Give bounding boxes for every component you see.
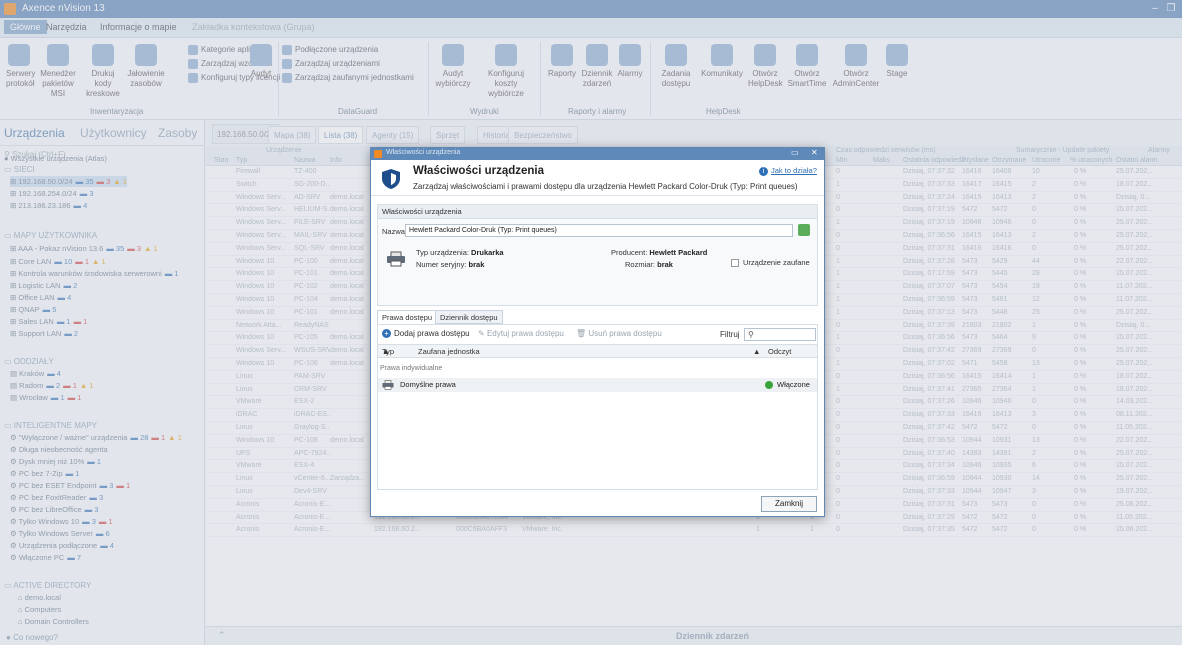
read-status: Włączone (765, 378, 810, 392)
pencil-icon: ✎ (478, 329, 487, 338)
app-logo-icon (374, 150, 382, 158)
dialog-title: Właściwości urządzenia (386, 149, 461, 156)
add-rights-button[interactable]: + Dodaj prawa dostępu (382, 329, 470, 338)
serial-row: Numer seryjny: brak (416, 260, 485, 269)
save-icon[interactable] (798, 224, 810, 236)
help-link[interactable]: i Jak to działa? (759, 166, 817, 176)
rights-table: Typ ▲ Zaufana jednostka ▲ Odczyt Prawa i… (377, 344, 818, 490)
printer-icon (382, 380, 394, 390)
tab-dziennik-dostepu[interactable]: Dziennik dostępu (435, 310, 503, 324)
sort-asc-icon: ▲ (382, 347, 390, 356)
printer-icon (387, 251, 405, 267)
search-icon: ⚲ (748, 330, 754, 339)
checkbox-box[interactable] (731, 259, 739, 268)
dialog-tabs: Prawa dostępu Dziennik dostępu (377, 310, 818, 324)
check-icon (765, 381, 773, 390)
properties-section: Właściwości urządzenia Nazwa: Hewlett Pa… (377, 204, 818, 306)
type-row: Typ urządzenia: Drukarka (416, 248, 504, 257)
device-properties-dialog: Właściwości urządzenia ▭ ✕ Właściwości u… (370, 147, 825, 517)
app-window: Axence nVision 13 – ❐ Główne Narzędzia I… (0, 0, 1182, 645)
rights-toolbar: + Dodaj prawa dostępu ✎ Edytuj prawa dost… (377, 324, 818, 344)
close-icon[interactable]: ✕ (811, 148, 818, 157)
shield-icon (382, 169, 400, 189)
info-icon: i (759, 167, 768, 176)
filter-label: Filtruj (720, 330, 740, 339)
filter-input[interactable]: ⚲ (744, 328, 816, 341)
name-label: Nazwa: (382, 227, 408, 236)
name-field[interactable]: Hewlett Packard Color-Druk (Typ: Print q… (405, 224, 793, 237)
section-title: Właściwości urządzenia (378, 205, 817, 219)
tab-prawa-dostepu[interactable]: Prawa dostępu (377, 310, 438, 324)
dialog-heading: Właściwości urządzenia (413, 165, 545, 177)
plus-icon: + (382, 329, 391, 338)
dialog-header: Właściwości urządzenia Zarządzaj właściw… (371, 160, 824, 196)
trash-icon: 🗑 (576, 329, 589, 338)
maximize-icon[interactable]: ▭ (791, 148, 799, 157)
size-row: Rozmiar: brak (625, 260, 673, 269)
rights-table-header: Typ ▲ Zaufana jednostka ▲ Odczyt (378, 345, 817, 358)
delete-rights-button[interactable]: 🗑 Usuń prawa dostępu (576, 329, 662, 338)
rights-name: Domyślne prawa (400, 380, 456, 389)
dialog-subheading: Zarządzaj właściwościami i prawami dostę… (413, 182, 798, 191)
producer-row: Producent: Hewlett Packard (611, 248, 708, 257)
dialog-title-bar: Właściwości urządzenia ▭ ✕ (371, 148, 824, 160)
edit-rights-button[interactable]: ✎ Edytuj prawa dostępu (478, 329, 564, 338)
rights-group: Prawa indywidualne (380, 365, 443, 372)
trusted-checkbox[interactable]: Urządzenie zaufane (731, 258, 810, 268)
close-button[interactable]: Zamknij (761, 496, 817, 512)
col-unit[interactable]: Zaufana jednostka (418, 345, 480, 358)
sort-icon: ▲ (753, 347, 761, 356)
table-row[interactable]: Domyślne prawa Włączone (378, 378, 817, 392)
col-read[interactable]: Odczyt (768, 345, 791, 358)
